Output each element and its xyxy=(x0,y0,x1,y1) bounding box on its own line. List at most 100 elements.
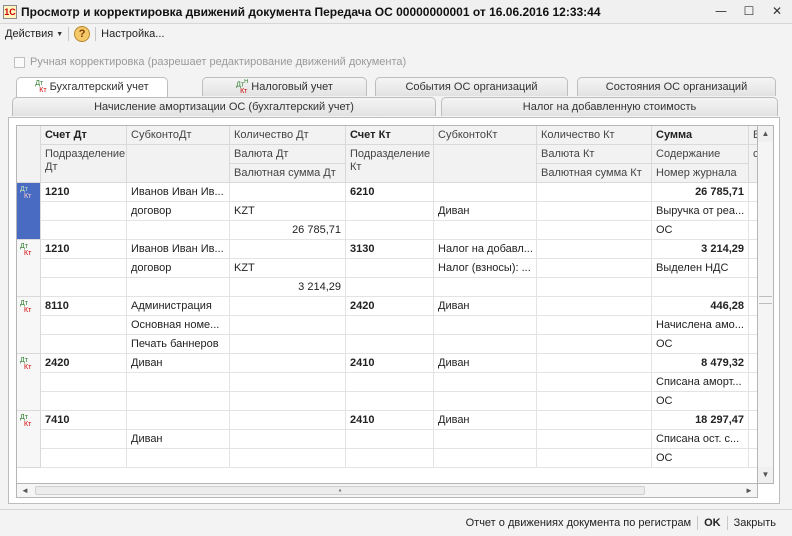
header-account-dt[interactable]: Счет Дт xyxy=(41,126,127,145)
movements-report-button[interactable]: Отчет о движениях документа по регистрам xyxy=(460,517,698,529)
sum-cell[interactable]: 446,28 xyxy=(652,297,749,316)
content-cell[interactable]: Списана ост. с... xyxy=(652,430,749,449)
subconto-dt-cell[interactable]: договор xyxy=(127,202,230,221)
header-division-dt[interactable]: Подразделение Дт xyxy=(41,145,127,183)
content-cell[interactable]: Выручка от реа... xyxy=(652,202,749,221)
subconto-dt-cell[interactable]: Администрация xyxy=(127,297,230,316)
empty-cell[interactable] xyxy=(346,316,434,335)
subconto-dt-cell[interactable] xyxy=(127,278,230,297)
sum-cell[interactable]: 3 214,29 xyxy=(652,240,749,259)
subconto-dt-cell[interactable]: договор xyxy=(127,259,230,278)
qty-kt-cell[interactable] xyxy=(537,373,652,392)
subconto-kt-cell[interactable]: Диван xyxy=(434,354,537,373)
qty-dt-cell[interactable] xyxy=(230,297,346,316)
subconto-dt-cell[interactable]: Основная номе... xyxy=(127,316,230,335)
account-kt-cell[interactable]: 2420 xyxy=(346,297,434,316)
account-kt-cell[interactable]: 6210 xyxy=(346,183,434,202)
empty-cell[interactable] xyxy=(346,430,434,449)
header-currency-sum-kt[interactable]: Валютная сумма Кт xyxy=(537,164,652,183)
movements-table[interactable]: Счет Дт СубконтоДт Количество Дт Счет Кт… xyxy=(16,125,758,484)
subconto-kt-cell[interactable]: Диван xyxy=(434,411,537,430)
subconto-kt-cell[interactable]: Налог на добавл... xyxy=(434,240,537,259)
qty-kt-cell[interactable] xyxy=(537,316,652,335)
scroll-right-icon[interactable]: ► xyxy=(741,484,757,497)
qty-dt-cell[interactable] xyxy=(230,335,346,354)
empty-cell[interactable] xyxy=(41,335,127,354)
qty-dt-cell[interactable] xyxy=(230,354,346,373)
empty-cell[interactable] xyxy=(41,221,127,240)
header-subconto-kt[interactable]: СубконтоКт xyxy=(434,126,537,145)
qty-dt-cell[interactable] xyxy=(230,411,346,430)
subconto-kt-cell[interactable] xyxy=(434,392,537,411)
vertical-scrollbar[interactable]: ▲ ▼ xyxy=(758,125,774,484)
journal-number-cell[interactable]: ОС xyxy=(652,392,749,411)
subconto-kt-cell[interactable]: Налог (взносы): ... xyxy=(434,259,537,278)
account-dt-cell[interactable]: 1210 xyxy=(41,240,127,259)
minimize-button[interactable]: — xyxy=(710,3,732,19)
scroll-thumb[interactable] xyxy=(759,296,772,304)
qty-dt-cell[interactable]: 3 214,29 xyxy=(230,278,346,297)
qty-kt-cell[interactable] xyxy=(537,278,652,297)
tab-asset-events[interactable]: События ОС организаций xyxy=(375,77,568,96)
scroll-down-icon[interactable]: ▼ xyxy=(758,467,773,483)
manual-edit-checkbox[interactable] xyxy=(14,56,25,68)
tab-vat[interactable]: Налог на добавленную стоимость xyxy=(441,97,778,116)
header-qty-kt[interactable]: Количество Кт xyxy=(537,126,652,145)
qty-kt-cell[interactable] xyxy=(537,259,652,278)
header-journal-number[interactable]: Номер журнала xyxy=(652,164,749,183)
qty-kt-cell[interactable] xyxy=(537,183,652,202)
empty-cell[interactable] xyxy=(346,202,434,221)
qty-kt-cell[interactable] xyxy=(537,392,652,411)
journal-number-cell[interactable]: ОС xyxy=(652,449,749,468)
subconto-dt-cell[interactable]: Диван xyxy=(127,430,230,449)
header-content[interactable]: Содержание xyxy=(652,145,749,164)
header-currency-dt[interactable]: Валюта Дт xyxy=(230,145,346,164)
qty-dt-cell[interactable] xyxy=(230,392,346,411)
qty-dt-cell[interactable]: KZT xyxy=(230,259,346,278)
qty-kt-cell[interactable] xyxy=(537,430,652,449)
subconto-kt-cell[interactable] xyxy=(434,335,537,354)
close-window-button[interactable]: ✕ xyxy=(766,3,788,19)
tab-asset-states[interactable]: Состояния ОС организаций xyxy=(577,77,776,96)
subconto-dt-cell[interactable]: Иванов Иван Ив... xyxy=(127,240,230,259)
empty-cell[interactable] xyxy=(346,449,434,468)
close-button[interactable]: Закрыть xyxy=(728,517,782,529)
header-account-kt[interactable]: Счет Кт xyxy=(346,126,434,145)
empty-cell[interactable] xyxy=(41,278,127,297)
empty-cell[interactable] xyxy=(41,373,127,392)
scroll-up-icon[interactable]: ▲ xyxy=(758,126,773,142)
subconto-kt-cell[interactable] xyxy=(434,278,537,297)
settings-button[interactable]: Настройка... xyxy=(96,28,169,40)
account-kt-cell[interactable]: 2410 xyxy=(346,354,434,373)
qty-dt-cell[interactable] xyxy=(230,240,346,259)
subconto-kt-cell[interactable] xyxy=(434,183,537,202)
ok-button[interactable]: OK xyxy=(698,517,727,529)
journal-number-cell[interactable] xyxy=(652,278,749,297)
sum-cell[interactable]: 26 785,71 xyxy=(652,183,749,202)
subconto-kt-cell[interactable]: Диван xyxy=(434,297,537,316)
horizontal-scrollbar[interactable]: ◄ ▪ ► xyxy=(16,484,758,498)
subconto-kt-cell[interactable] xyxy=(434,430,537,449)
qty-dt-cell[interactable]: KZT xyxy=(230,202,346,221)
content-cell[interactable]: Начислена амо... xyxy=(652,316,749,335)
subconto-kt-cell[interactable] xyxy=(434,316,537,335)
journal-number-cell[interactable]: ОС xyxy=(652,221,749,240)
empty-cell[interactable] xyxy=(346,392,434,411)
qty-dt-cell[interactable] xyxy=(230,316,346,335)
subconto-dt-cell[interactable]: Иванов Иван Ив... xyxy=(127,183,230,202)
qty-kt-cell[interactable] xyxy=(537,221,652,240)
sum-cell[interactable]: 8 479,32 xyxy=(652,354,749,373)
account-dt-cell[interactable]: 8110 xyxy=(41,297,127,316)
account-kt-cell[interactable]: 3130 xyxy=(346,240,434,259)
header-subconto-dt[interactable]: СубконтоДт xyxy=(127,126,230,145)
subconto-kt-cell[interactable] xyxy=(434,449,537,468)
header-sum[interactable]: Сумма xyxy=(652,126,749,145)
tab-tax[interactable]: ДтН Кт Налоговый учет xyxy=(202,77,367,96)
subconto-kt-cell[interactable]: Диван xyxy=(434,202,537,221)
subconto-kt-cell[interactable] xyxy=(434,373,537,392)
empty-cell[interactable] xyxy=(41,316,127,335)
subconto-kt-cell[interactable] xyxy=(434,221,537,240)
qty-kt-cell[interactable] xyxy=(537,449,652,468)
journal-number-cell[interactable]: ОС xyxy=(652,335,749,354)
content-cell[interactable]: Выделен НДС xyxy=(652,259,749,278)
